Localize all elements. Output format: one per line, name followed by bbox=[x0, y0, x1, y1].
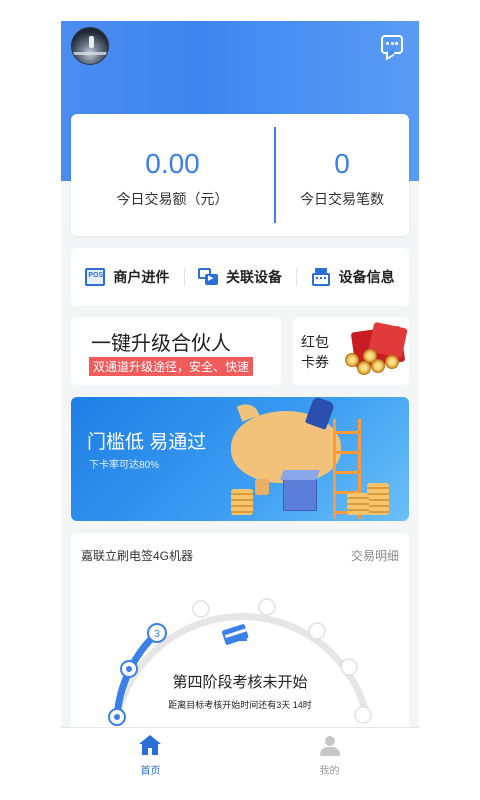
today-amount-value: 0.00 bbox=[145, 148, 200, 179]
avatar-horizon bbox=[72, 52, 108, 55]
coin-icon bbox=[385, 355, 399, 369]
bottom-tab-bar: 首页 我的 bbox=[61, 727, 419, 783]
upgrade-partner-card[interactable]: 一键升级合伙人 双通道升级途径，安全、快速 bbox=[71, 317, 281, 385]
avatar-figure bbox=[89, 36, 94, 48]
link-device-icon bbox=[198, 268, 218, 286]
link-device-label: 关联设备 bbox=[226, 269, 282, 285]
today-amount-stat[interactable]: 0.00 今日交易额（元） bbox=[71, 114, 274, 236]
coin-stack-icon bbox=[367, 483, 389, 515]
upgrade-tag: 双通道升级途径，安全、快速 bbox=[89, 357, 254, 376]
transaction-detail-link[interactable]: 交易明细 bbox=[351, 547, 399, 564]
banner-subtext: 下卡率可达80% bbox=[89, 460, 160, 471]
stage-countdown: 距离目标考核开始时间还有3天 14时 bbox=[168, 700, 312, 710]
card-icon bbox=[221, 624, 249, 645]
today-amount-label: 今日交易额（元） bbox=[116, 191, 229, 207]
stats-card: 0.00 今日交易额（元） 0 今日交易笔数 bbox=[71, 114, 409, 236]
pos-icon bbox=[85, 268, 106, 286]
step-5-node bbox=[258, 598, 276, 616]
step-1-dot bbox=[114, 714, 120, 720]
tab-home-label: 首页 bbox=[140, 766, 161, 777]
tab-home[interactable]: 首页 bbox=[61, 728, 240, 783]
user-icon bbox=[320, 736, 340, 756]
coupon-label: 卡券 bbox=[301, 354, 329, 370]
today-count-value: 0 bbox=[334, 148, 350, 179]
stage-title: 第四阶段考核未开始 bbox=[172, 674, 308, 691]
step-6-node bbox=[308, 622, 326, 640]
banner-headline: 门槛低 易通过 bbox=[87, 432, 207, 453]
device-info-button[interactable]: 设备信息 bbox=[296, 248, 409, 306]
assessment-card: 嘉联立刷电签4G机器 交易明细 3 第四阶段考核未开始 距离目标考核开始时间还有… bbox=[71, 533, 409, 733]
coin-stack-icon bbox=[347, 493, 369, 515]
device-info-label: 设备信息 bbox=[338, 269, 395, 285]
app-screen: 0.00 今日交易额（元） 0 今日交易笔数 商户进件 关联设备 设备信息 一键… bbox=[61, 21, 419, 783]
red-packet-illustration bbox=[343, 321, 408, 379]
device-name: 嘉联立刷电签4G机器 bbox=[81, 549, 194, 563]
tab-mine-label: 我的 bbox=[319, 766, 340, 777]
shortcut-bar: 商户进件 关联设备 设备信息 bbox=[71, 248, 409, 306]
tab-mine[interactable]: 我的 bbox=[240, 728, 419, 783]
upgrade-title: 一键升级合伙人 bbox=[91, 333, 231, 355]
coin-icon bbox=[357, 361, 371, 375]
step-4-node bbox=[192, 600, 210, 618]
link-device-button[interactable]: 关联设备 bbox=[183, 248, 297, 306]
coin-icon bbox=[363, 349, 377, 363]
step-3-number: 3 bbox=[154, 629, 160, 640]
today-count-label: 今日交易笔数 bbox=[300, 191, 384, 207]
device-info-icon bbox=[311, 268, 331, 286]
message-icon[interactable] bbox=[381, 35, 403, 54]
promo-banner[interactable]: 门槛低 易通过 下卡率可达80% bbox=[71, 397, 409, 521]
message-dots bbox=[386, 42, 398, 45]
avatar[interactable] bbox=[71, 27, 109, 65]
merchant-onboarding-button[interactable]: 商户进件 bbox=[71, 248, 184, 306]
merchant-onboarding-label: 商户进件 bbox=[113, 269, 170, 285]
coin-stack-icon bbox=[231, 489, 253, 515]
red-packet-card[interactable]: 红包 卡券 bbox=[293, 317, 409, 385]
box-illustration bbox=[283, 479, 317, 511]
red-packet-label: 红包 bbox=[301, 334, 329, 350]
today-count-stat[interactable]: 0 今日交易笔数 bbox=[275, 114, 409, 236]
home-icon bbox=[139, 735, 161, 755]
